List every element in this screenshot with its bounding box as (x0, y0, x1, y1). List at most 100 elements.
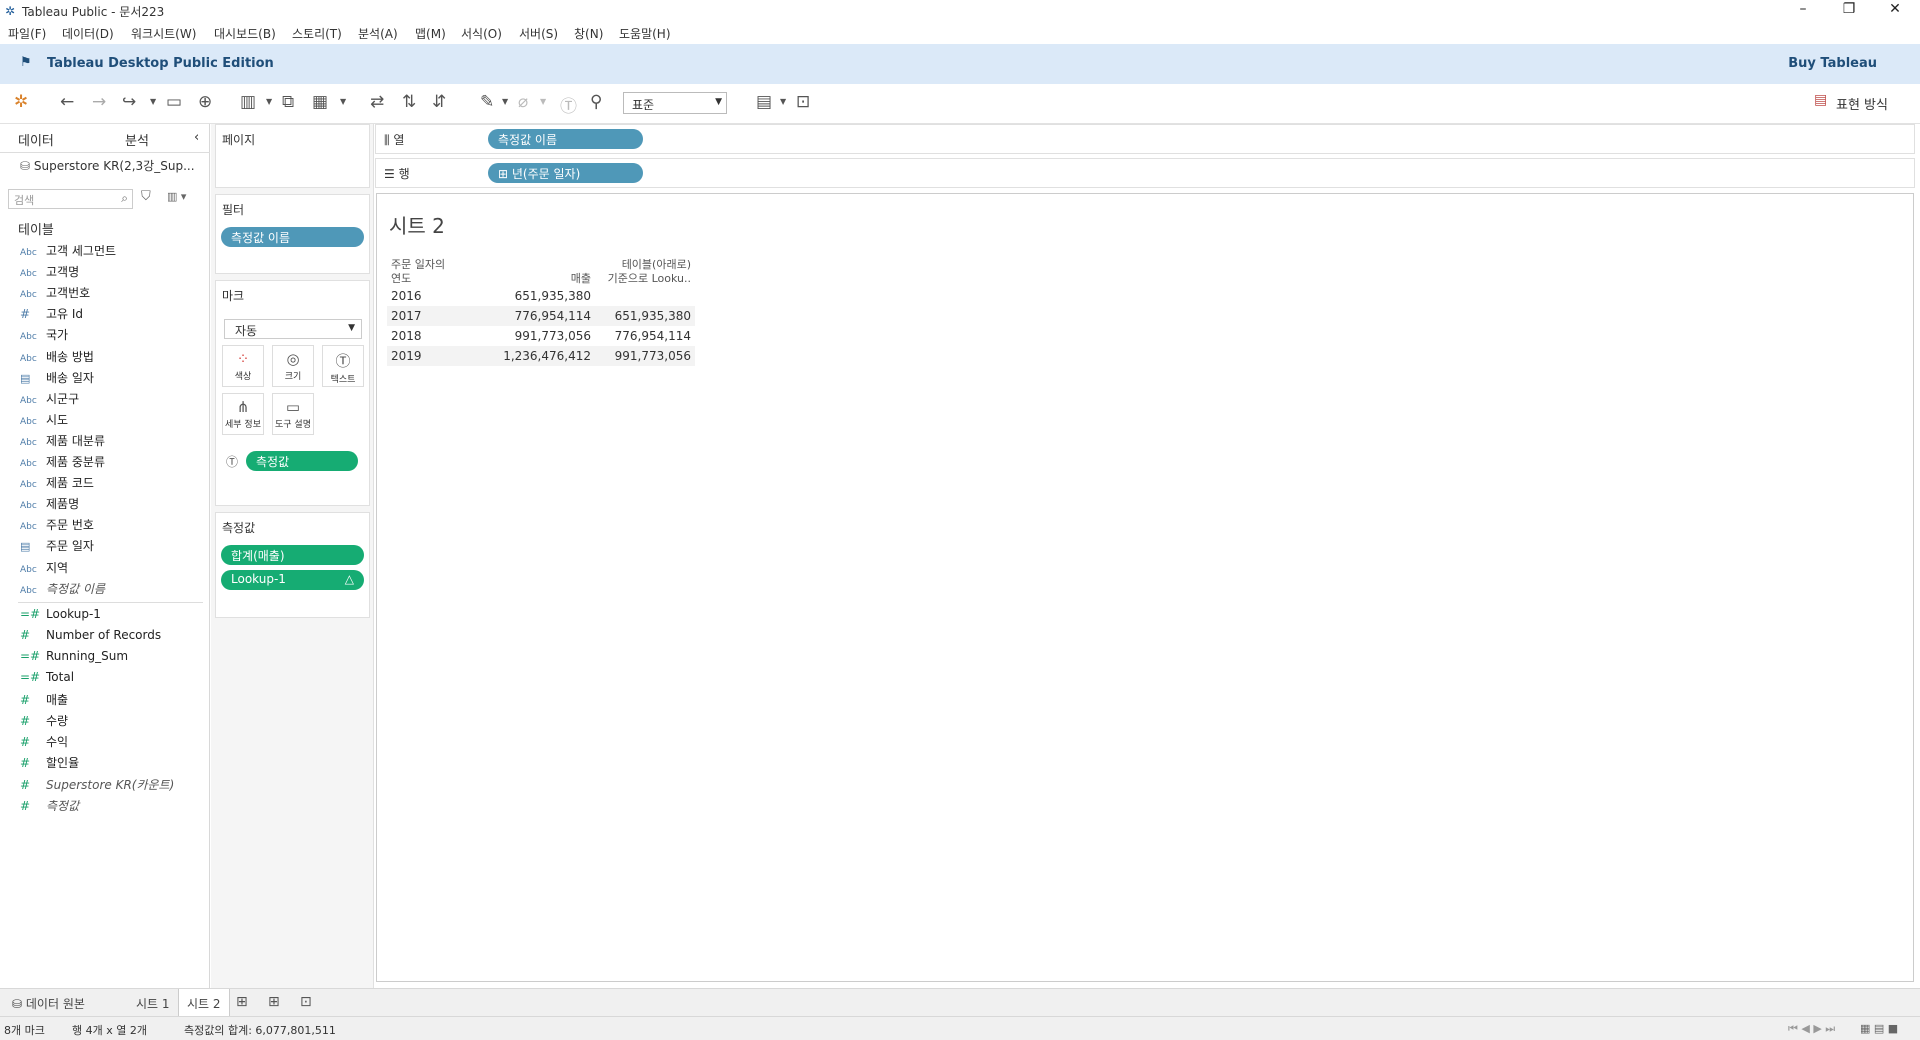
text-button[interactable]: Ⓣ 텍스트 (322, 345, 364, 387)
measure-field[interactable]: # 매출 (20, 691, 68, 711)
menu-file[interactable]: 파일(F) (8, 25, 46, 42)
view-options-icon[interactable]: ▥ ▾ (167, 190, 186, 203)
duplicate-icon[interactable]: ⧉ (282, 92, 294, 112)
new-worksheet-icon[interactable]: ▥ (240, 92, 256, 112)
dimension-field[interactable]: ▤ 배송 일자 (20, 369, 94, 389)
measure-field[interactable]: # 할인율 (20, 754, 79, 774)
menu-server[interactable]: 서버(S) (519, 25, 558, 42)
new-datasource-icon[interactable]: ⊕ (198, 92, 212, 112)
sort-descending-icon[interactable]: ⇵ (432, 92, 446, 112)
replay-dropdown-icon[interactable]: ▼ (150, 97, 156, 106)
menu-analysis[interactable]: 분석(A) (358, 25, 398, 42)
swap-rows-columns-icon[interactable]: ⇄ (370, 92, 384, 112)
show-cards-dropdown-icon[interactable]: ▼ (780, 97, 786, 106)
dimension-field[interactable]: # 고유 Id (20, 305, 83, 325)
mark-type-select[interactable]: 자동 ▼ (224, 319, 362, 339)
restore-button[interactable]: ❐ (1834, 1, 1864, 21)
dimension-field[interactable]: Abc 시도 (20, 411, 68, 431)
new-dashboard-icon[interactable]: ⊞ (268, 994, 280, 1010)
columns-shelf[interactable]: ⫼ 열 측정값 이름 (375, 124, 1915, 154)
measure-field[interactable]: =# Running_Sum (20, 649, 128, 669)
show-me-button[interactable]: 표현 방식 (1836, 94, 1888, 113)
menu-worksheet[interactable]: 워크시트(W) (131, 25, 196, 42)
columns-pill-measure-names[interactable]: 측정값 이름 (488, 129, 643, 149)
measure-field[interactable]: =# Lookup-1 (20, 607, 101, 627)
tab-sheet-2[interactable]: 시트 2 (178, 989, 230, 1016)
menu-story[interactable]: 스토리(T) (292, 25, 342, 42)
minimize-button[interactable]: – (1788, 1, 1818, 21)
buy-tableau-link[interactable]: Buy Tableau (1788, 56, 1877, 71)
dimension-field[interactable]: Abc 주문 번호 (20, 516, 94, 536)
detail-button[interactable]: ⋔ 세부 정보 (222, 393, 264, 435)
dimension-field[interactable]: Abc 고객 세그먼트 (20, 242, 116, 262)
save-icon[interactable]: ▭ (166, 92, 182, 112)
fit-select[interactable]: 표준 ▼ (623, 92, 727, 114)
dimension-field[interactable]: Abc 고객명 (20, 263, 79, 283)
close-button[interactable]: ✕ (1880, 1, 1910, 21)
undo-icon[interactable]: ← (60, 92, 74, 112)
pin-icon[interactable]: ⚲ (590, 92, 602, 112)
measure-field[interactable]: # 수량 (20, 712, 68, 732)
highlight-icon[interactable]: ✎ (480, 92, 494, 112)
filter-pill-measure-names[interactable]: 측정값 이름 (221, 227, 364, 247)
show-cards-icon[interactable]: ▤ (756, 92, 772, 112)
dimension-field[interactable]: Abc 고객번호 (20, 284, 90, 304)
measure-field[interactable]: # Number of Records (20, 628, 161, 648)
tab-analytics[interactable]: 분석 (125, 130, 149, 149)
new-worksheet-dropdown-icon[interactable]: ▼ (266, 97, 272, 106)
presentation-mode-icon[interactable]: ⊡ (796, 92, 810, 112)
menu-data[interactable]: 데이터(D) (62, 25, 114, 42)
search-input[interactable]: 검색 ⌕ (8, 189, 133, 209)
view-mode-icons[interactable]: ▦ ▤ ■ (1860, 1022, 1898, 1035)
dimension-field[interactable]: Abc 제품 코드 (20, 474, 94, 494)
tab-data-source[interactable]: ⛁ 데이터 원본 (4, 989, 93, 1016)
menu-help[interactable]: 도움말(H) (619, 25, 671, 42)
text-pill-measure-values[interactable]: 측정값 (246, 451, 358, 471)
size-button[interactable]: ◎ 크기 (272, 345, 314, 387)
clear-sheet-icon[interactable]: ▦ (312, 92, 328, 112)
dimension-field[interactable]: Abc 시군구 (20, 390, 79, 410)
dimension-field[interactable]: Abc 제품 대분류 (20, 432, 105, 452)
pages-card[interactable]: 페이지 (215, 124, 370, 188)
rows-shelf[interactable]: ☰ 행 ⊞ 년(주문 일자) (375, 158, 1915, 188)
menu-dashboard[interactable]: 대시보드(B) (214, 25, 276, 42)
table-row[interactable]: 2018 991,773,056 776,954,114 (387, 326, 695, 346)
new-worksheet-icon[interactable]: ⊞ (236, 994, 248, 1010)
label-icon[interactable]: Ⓣ (560, 92, 577, 117)
measure-field[interactable]: # 수익 (20, 733, 68, 753)
redo-icon[interactable]: → (92, 92, 106, 112)
measure-field[interactable]: # 측정값 (20, 797, 79, 817)
measure-field[interactable]: =# Total (20, 670, 74, 690)
menu-map[interactable]: 맵(M) (415, 25, 446, 42)
new-story-icon[interactable]: ⊡ (300, 994, 312, 1010)
tab-sheet-1[interactable]: 시트 1 (128, 989, 178, 1016)
replay-icon[interactable]: ↪ (122, 92, 136, 112)
table-row[interactable]: 2019 1,236,476,412 991,773,056 (387, 346, 695, 366)
datasource-item[interactable]: ⛁ Superstore KR(2,3강_Sup... (20, 157, 195, 174)
menu-window[interactable]: 창(N) (574, 25, 603, 42)
tooltip-button[interactable]: ▭ 도구 설명 (272, 393, 314, 435)
dimension-field[interactable]: Abc 제품 중분류 (20, 453, 105, 473)
measure-pill-sum-sales[interactable]: 합계(매출) (221, 545, 364, 565)
dimension-field[interactable]: Abc 국가 (20, 326, 68, 346)
col-header-sales[interactable]: 매출 (483, 250, 595, 286)
col-header-lookup[interactable]: 테이블(아래로) 기준으로 Looku.. (595, 250, 695, 286)
dimension-field[interactable]: Abc 측정값 이름 (20, 580, 105, 600)
dimension-field[interactable]: Abc 배송 방법 (20, 348, 94, 368)
page-nav-icons[interactable]: ⏮ ◀ ▶ ⏭ (1788, 1022, 1835, 1036)
clear-dropdown-icon[interactable]: ▼ (340, 97, 346, 106)
filters-card[interactable]: 필터 측정값 이름 (215, 194, 370, 274)
dimension-field[interactable]: Abc 제품명 (20, 495, 79, 515)
collapse-pane-icon[interactable]: ‹ (194, 130, 199, 145)
dimension-field[interactable]: ▤ 주문 일자 (20, 537, 94, 557)
measure-field[interactable]: # Superstore KR(카운트) (20, 776, 174, 796)
menu-format[interactable]: 서식(O) (461, 25, 502, 42)
group-icon[interactable]: ⌀ (518, 92, 528, 112)
dimension-field[interactable]: Abc 지역 (20, 559, 68, 579)
filter-icon[interactable]: ⛉ (141, 189, 151, 204)
show-me-icon[interactable]: ▤ (1814, 92, 1827, 108)
sort-ascending-icon[interactable]: ⇅ (402, 92, 416, 112)
table-row[interactable]: 2016 651,935,380 (387, 286, 695, 306)
tableau-logo-icon[interactable]: ✲ (14, 92, 28, 112)
rows-pill-year-order-date[interactable]: ⊞ 년(주문 일자) (488, 163, 643, 183)
